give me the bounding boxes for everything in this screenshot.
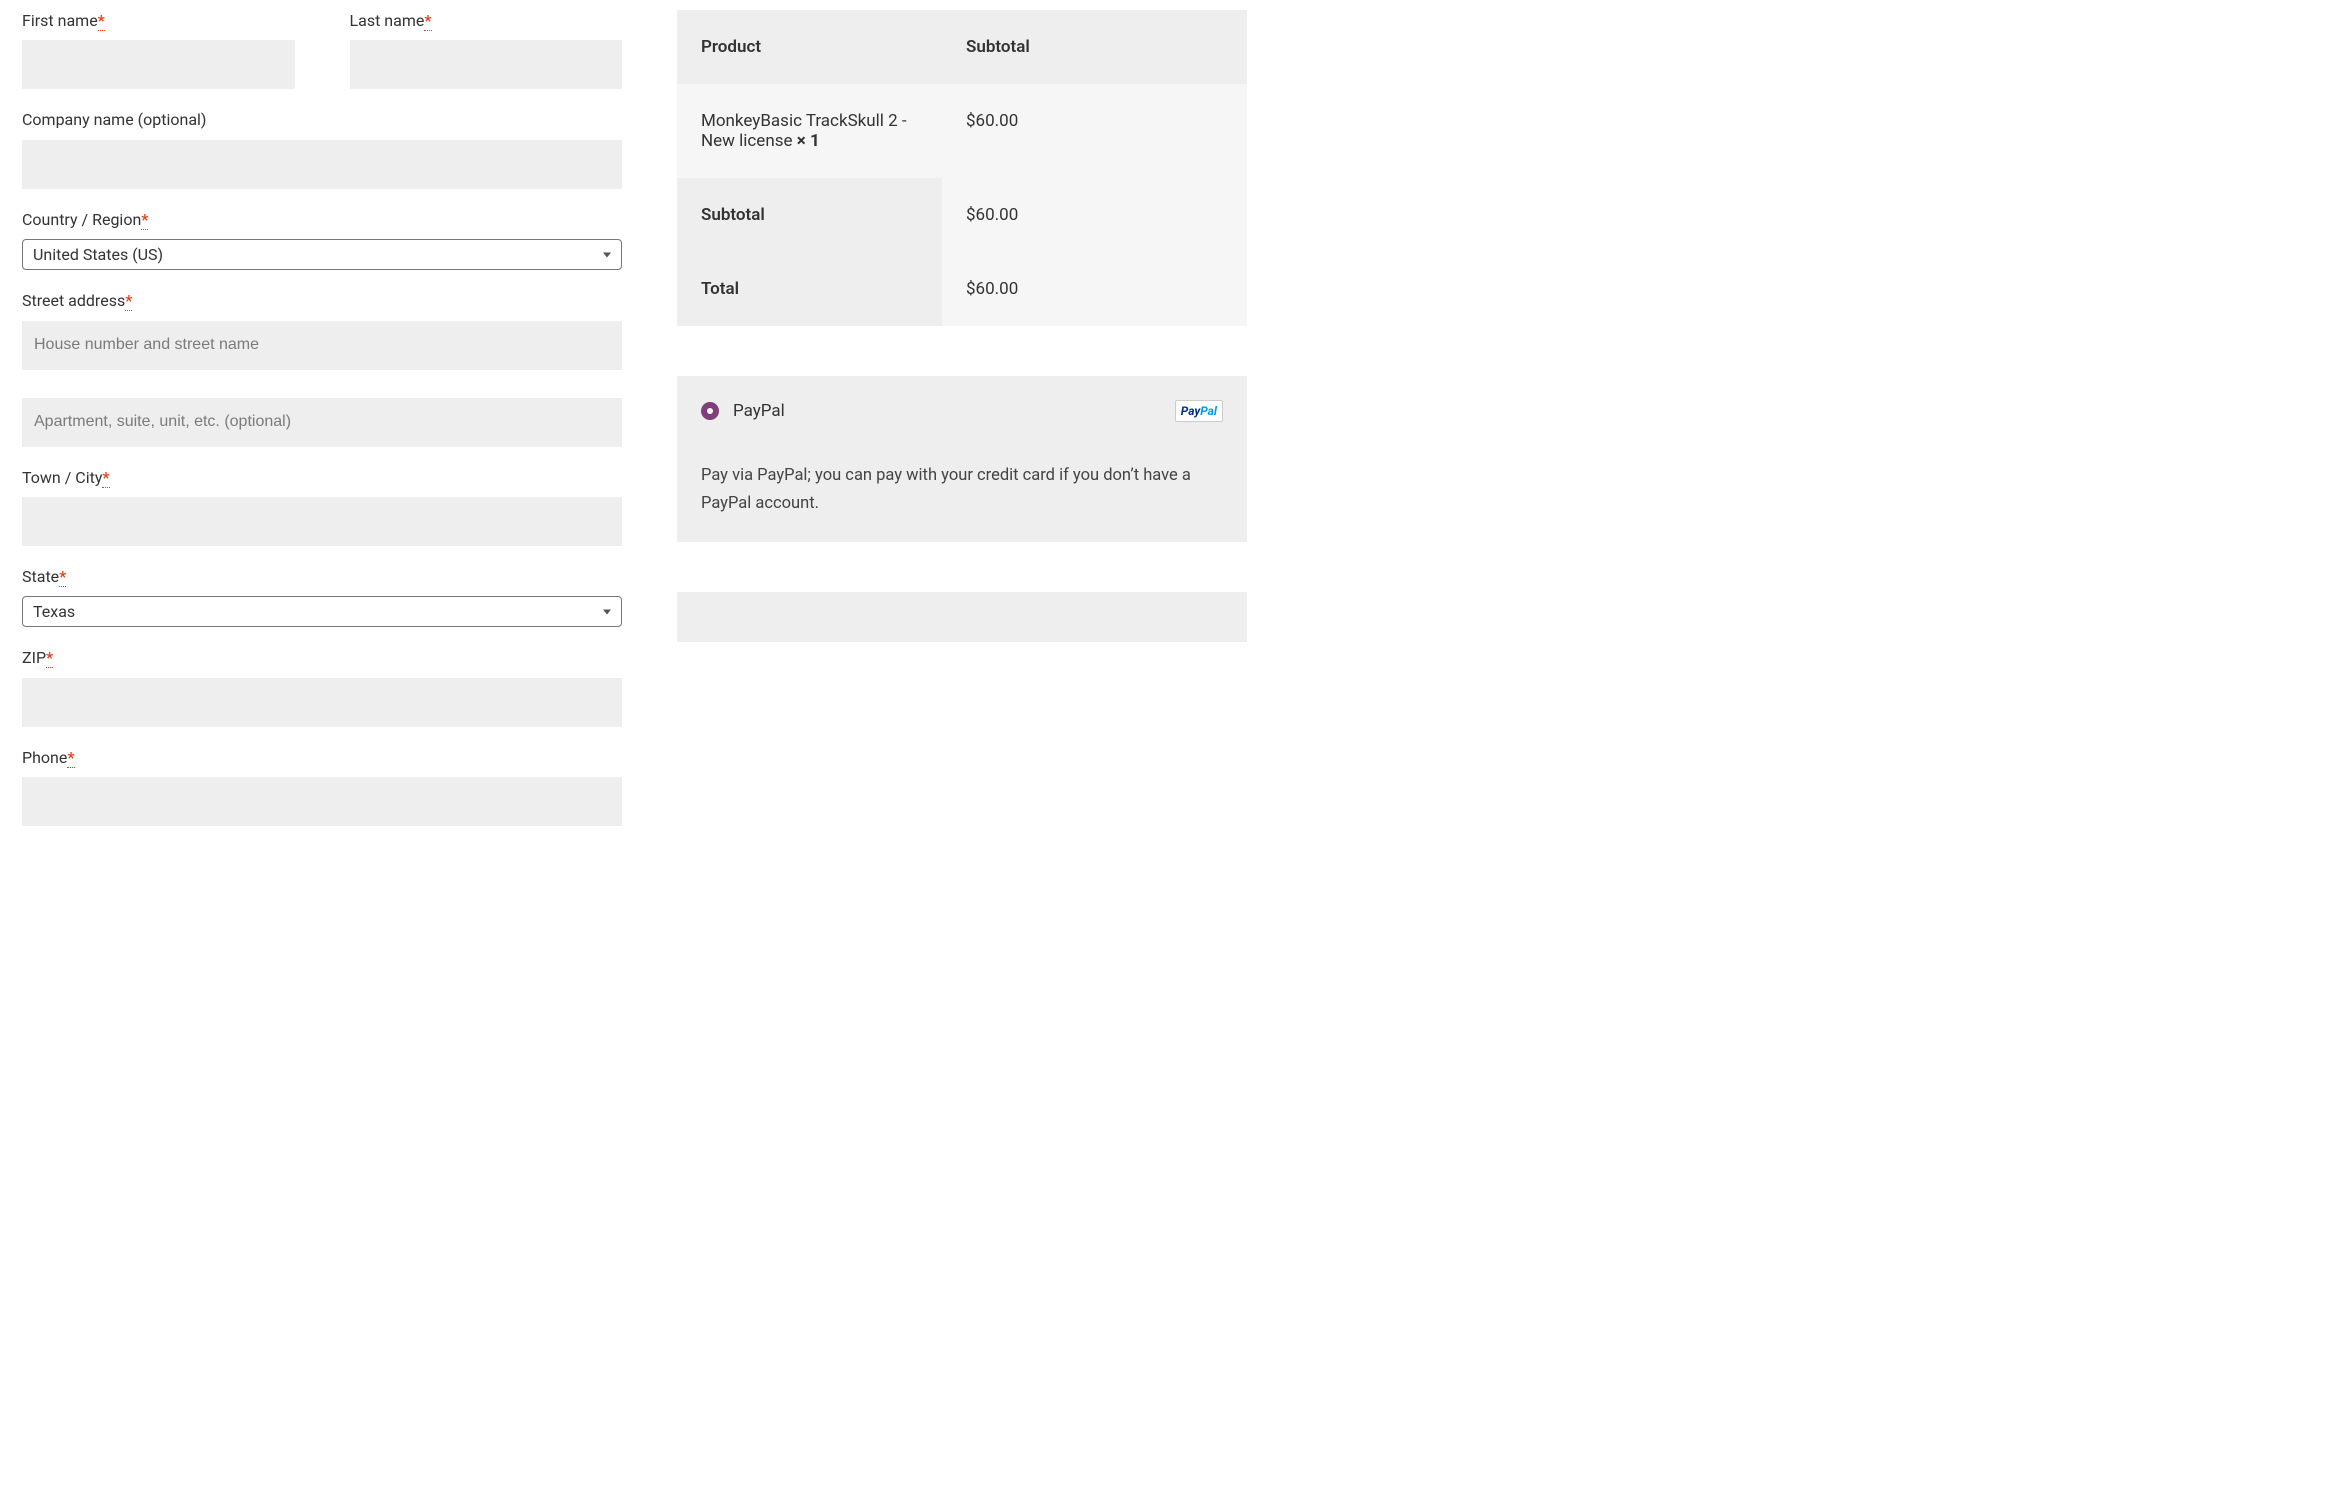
city-label: Town / City*	[22, 467, 622, 489]
chevron-down-icon	[603, 609, 611, 614]
paypal-logo-icon: PayPal	[1175, 400, 1223, 422]
country-value: United States (US)	[33, 245, 163, 264]
payment-option-paypal[interactable]: PayPal PayPal	[701, 400, 1223, 422]
chevron-down-icon	[603, 252, 611, 257]
first-name-input[interactable]	[22, 40, 295, 89]
required-mark: *	[67, 748, 74, 768]
state-label: State*	[22, 566, 622, 588]
country-label: Country / Region*	[22, 209, 622, 231]
billing-form: First name* Last name* Company name (opt…	[22, 10, 622, 846]
last-name-input[interactable]	[350, 40, 623, 89]
radio-selected-icon	[701, 402, 719, 420]
order-subtotal-value: $60.00	[942, 178, 1247, 252]
order-total-row: Total $60.00	[677, 252, 1247, 326]
zip-label: ZIP*	[22, 647, 622, 669]
state-value: Texas	[33, 602, 75, 621]
street-label: Street address*	[22, 290, 622, 312]
order-total-value: $60.00	[942, 252, 1247, 326]
order-head-product: Product	[677, 10, 942, 84]
street2-input[interactable]	[22, 398, 622, 447]
first-name-label: First name*	[22, 10, 295, 32]
country-select[interactable]: United States (US)	[22, 239, 622, 270]
order-review-table: Product Subtotal MonkeyBasic TrackSkull …	[677, 10, 1247, 326]
required-mark: *	[125, 291, 132, 311]
payment-methods: PayPal PayPal Pay via PayPal; you can pa…	[677, 376, 1247, 542]
required-mark: *	[46, 648, 53, 668]
order-total-label: Total	[677, 252, 942, 326]
street1-input[interactable]	[22, 321, 622, 370]
required-mark: *	[59, 567, 66, 587]
required-mark: *	[102, 468, 109, 488]
phone-input[interactable]	[22, 777, 622, 826]
order-item-qty: × 1	[797, 131, 820, 151]
order-summary: Product Subtotal MonkeyBasic TrackSkull …	[677, 10, 1247, 846]
payment-method-label: PayPal	[733, 401, 785, 421]
state-select[interactable]: Texas	[22, 596, 622, 627]
payment-description: Pay via PayPal; you can pay with your cr…	[701, 462, 1223, 518]
company-label: Company name (optional)	[22, 109, 622, 131]
city-input[interactable]	[22, 497, 622, 546]
zip-input[interactable]	[22, 678, 622, 727]
order-head-subtotal: Subtotal	[942, 10, 1247, 84]
last-name-label: Last name*	[350, 10, 623, 32]
required-mark: *	[424, 11, 431, 31]
phone-label: Phone*	[22, 747, 622, 769]
order-line-item: MonkeyBasic TrackSkull 2 - New license ×…	[677, 84, 1247, 178]
required-mark: *	[141, 210, 148, 230]
required-mark: *	[98, 11, 105, 31]
order-subtotal-row: Subtotal $60.00	[677, 178, 1247, 252]
checkout-bottom-bar	[677, 592, 1247, 642]
company-input[interactable]	[22, 140, 622, 189]
order-subtotal-label: Subtotal	[677, 178, 942, 252]
order-item-price: $60.00	[942, 84, 1247, 178]
